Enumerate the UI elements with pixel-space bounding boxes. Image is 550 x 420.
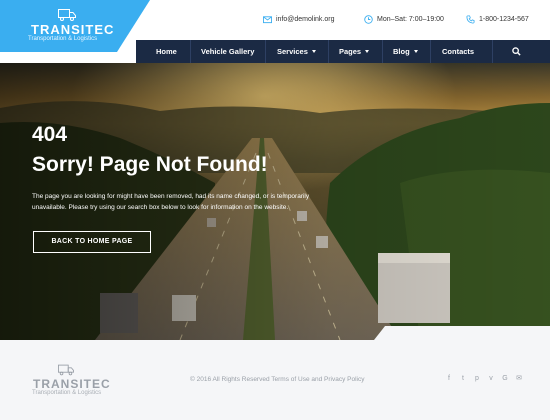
- nav-divider: [430, 40, 431, 63]
- hero-section: 404 Sorry! Page Not Found! The page you …: [0, 63, 550, 340]
- truck-icon: [58, 9, 76, 21]
- nav-item-label: Vehicle Gallery: [201, 47, 255, 56]
- main-nav: Home Vehicle Gallery Services Pages Blog…: [136, 40, 550, 63]
- pinterest-icon[interactable]: p: [474, 375, 480, 383]
- brand-name: TRANSITEC: [31, 22, 115, 37]
- nav-item-label: Contacts: [442, 47, 475, 56]
- nav-divider: [492, 40, 493, 63]
- footer-brand-tagline: Transportation & Logistics: [32, 390, 102, 396]
- contact-phone-text: 1-800-1234-567: [479, 16, 529, 23]
- nav-divider: [190, 40, 191, 63]
- phone-icon: [466, 15, 475, 24]
- nav-item-label: Home: [156, 47, 177, 56]
- caret-down-icon: [413, 50, 418, 53]
- nav-item-pages[interactable]: Pages: [339, 40, 370, 63]
- truck-icon: [58, 364, 74, 376]
- envelope-icon: [263, 16, 272, 24]
- social-links: f t p v G ✉: [446, 375, 522, 383]
- nav-item-home[interactable]: Home: [156, 40, 177, 63]
- nav-item-label: Services: [277, 47, 308, 56]
- page-title: Sorry! Page Not Found!: [32, 153, 268, 176]
- clock-icon: [364, 15, 373, 24]
- contact-phone[interactable]: 1-800-1234-567: [466, 15, 529, 24]
- nav-item-blog[interactable]: Blog: [393, 40, 418, 63]
- copyright-text: © 2016 All Rights Reserved Terms of Use …: [190, 376, 365, 383]
- footer-brand-name[interactable]: TRANSITEC: [33, 377, 111, 391]
- nav-item-contacts[interactable]: Contacts: [442, 40, 474, 63]
- back-to-home-button[interactable]: BACK TO HOME PAGE: [33, 231, 151, 253]
- mail-icon[interactable]: ✉: [516, 375, 522, 383]
- logo[interactable]: TRANSITEC Transportation & Logistics: [0, 0, 150, 52]
- nav-item-services[interactable]: Services: [277, 40, 316, 63]
- brand-tagline: Transportation & Logistics: [28, 36, 98, 42]
- nav-divider: [328, 40, 329, 63]
- nav-divider: [382, 40, 383, 63]
- vimeo-icon[interactable]: v: [488, 375, 494, 383]
- nav-item-label: Pages: [339, 47, 362, 56]
- top-bar: TRANSITEC Transportation & Logistics inf…: [0, 0, 550, 52]
- footer: TRANSITEC Transportation & Logistics © 2…: [0, 340, 550, 420]
- contact-email-text: info@demolink.org: [276, 16, 335, 23]
- twitter-icon[interactable]: t: [460, 375, 466, 383]
- google-plus-icon[interactable]: G: [502, 375, 508, 383]
- facebook-icon[interactable]: f: [446, 375, 452, 383]
- contact-email[interactable]: info@demolink.org: [263, 15, 334, 24]
- caret-down-icon: [365, 50, 370, 53]
- nav-item-label: Blog: [393, 47, 410, 56]
- contact-hours-text: Mon–Sat: 7:00–19:00: [377, 16, 444, 23]
- caret-down-icon: [311, 50, 316, 53]
- nav-divider: [265, 40, 266, 63]
- search-button[interactable]: [512, 40, 521, 63]
- contact-hours: Mon–Sat: 7:00–19:00: [364, 15, 444, 24]
- search-icon: [512, 47, 521, 56]
- error-code: 404: [32, 123, 68, 146]
- nav-item-vehicle-gallery[interactable]: Vehicle Gallery: [201, 40, 254, 63]
- error-description: The page you are looking for might have …: [32, 193, 310, 211]
